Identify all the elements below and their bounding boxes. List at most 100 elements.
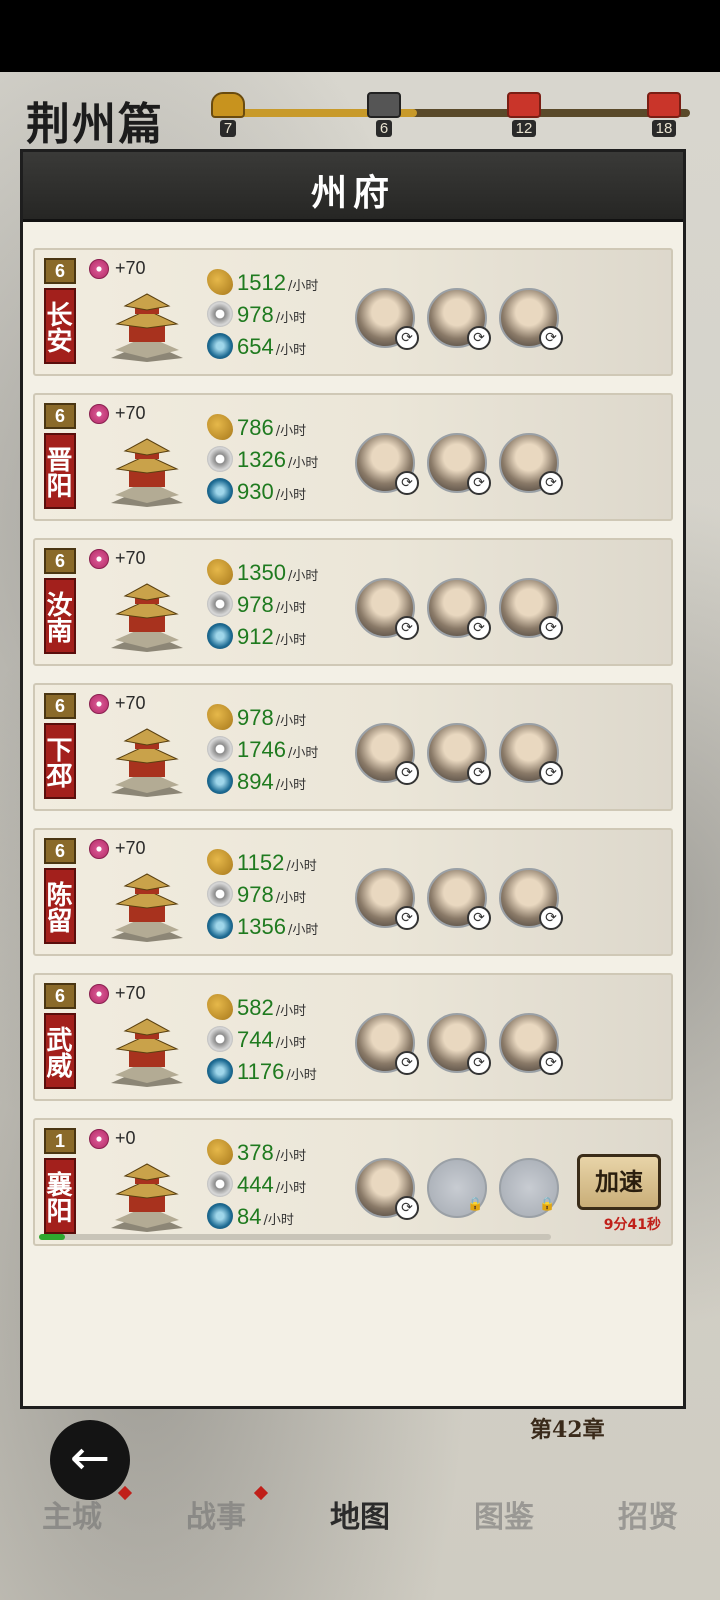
hero-portrait[interactable]: ⟳ [499, 433, 563, 495]
hero-portrait[interactable]: ⟳ [427, 868, 491, 930]
swap-icon[interactable]: ⟳ [395, 1051, 419, 1075]
bonus-value: +70 [115, 693, 146, 713]
swap-icon[interactable]: ⟳ [395, 906, 419, 930]
coin-rate: 978 /小时 [207, 586, 306, 618]
hero-portrait[interactable]: ⟳ [499, 288, 563, 350]
coin-value: 744 [237, 1027, 274, 1052]
rate-unit: /小时 [287, 279, 319, 294]
city-building-icon[interactable] [107, 288, 187, 362]
city-building-icon[interactable] [107, 1158, 187, 1232]
hero-portrait[interactable]: ⟳ [355, 1158, 419, 1220]
swap-icon[interactable]: ⟳ [539, 616, 563, 640]
grain-icon [207, 704, 233, 730]
chapter-milestone[interactable]: 7 [204, 92, 252, 137]
hero-portrait[interactable]: ⟳ [427, 723, 491, 785]
chapter-milestone[interactable]: 12 [500, 92, 548, 137]
chapter-milestone[interactable]: 18 [640, 92, 688, 137]
city-building-icon[interactable] [107, 578, 187, 652]
rate-unit: /小时 [275, 633, 307, 648]
coin-value: 444 [237, 1172, 274, 1197]
city-building-icon[interactable] [107, 723, 187, 797]
prosperity-bonus: +70 [89, 693, 146, 714]
nav-item[interactable]: 招贤 [576, 1490, 720, 1550]
coin-icon [207, 736, 233, 762]
city-name: 武威 [42, 1013, 76, 1089]
speed-up-button[interactable]: 加速 [577, 1154, 661, 1210]
back-button[interactable]: ← [50, 1420, 130, 1500]
hero-portrait[interactable]: ⟳ [499, 1013, 563, 1075]
city-building-icon[interactable] [107, 433, 187, 507]
locked-hero-slot[interactable]: 🔒 [499, 1158, 559, 1218]
swap-icon[interactable]: ⟳ [539, 906, 563, 930]
nav-item[interactable]: 图鉴 [432, 1490, 576, 1550]
city-building-icon[interactable] [107, 1013, 187, 1087]
hero-portrait[interactable]: ⟳ [355, 288, 419, 350]
rate-unit: /小时 [275, 1036, 307, 1051]
city-row[interactable]: 6 长安 +70 1512 /小时 978 /小时 654 /小时 ⟳ ⟳ ⟳ [33, 248, 673, 376]
swap-icon[interactable]: ⟳ [539, 326, 563, 350]
swap-icon[interactable]: ⟳ [395, 1196, 419, 1220]
swap-icon[interactable]: ⟳ [539, 761, 563, 785]
jade-icon [207, 623, 233, 649]
grain-rate: 978 /小时 [207, 699, 306, 731]
city-row[interactable]: 6 下邳 +70 978 /小时 1746 /小时 894 /小时 ⟳ ⟳ ⟳ [33, 683, 673, 811]
panel-title: 州府 [310, 172, 395, 214]
hero-slots: ⟳ ⟳ ⟳ [355, 723, 571, 785]
build-progress-fill [39, 1234, 65, 1240]
city-row[interactable]: 6 陈留 +70 1152 /小时 978 /小时 1356 /小时 ⟳ ⟳ ⟳ [33, 828, 673, 956]
city-row[interactable]: 6 汝南 +70 1350 /小时 978 /小时 912 /小时 ⟳ ⟳ ⟳ [33, 538, 673, 666]
rate-unit: /小时 [275, 778, 307, 793]
city-row[interactable]: 1 襄阳 +0 378 /小时 444 /小时 84 /小时 ⟳ 🔒 🔒 加速 … [33, 1118, 673, 1246]
nav-item[interactable]: 地图 [288, 1490, 432, 1550]
swap-icon[interactable]: ⟳ [467, 616, 491, 640]
city-level: 6 [44, 693, 76, 719]
nav-item[interactable]: 主城 [0, 1490, 144, 1550]
swap-icon[interactable]: ⟳ [467, 326, 491, 350]
hero-portrait[interactable]: ⟳ [499, 723, 563, 785]
bonus-value: +0 [115, 1128, 136, 1148]
prosperity-bonus: +70 [89, 548, 146, 569]
hero-portrait[interactable]: ⟳ [355, 868, 419, 930]
chapter-milestone[interactable]: 6 [360, 92, 408, 137]
hero-portrait[interactable]: ⟳ [427, 433, 491, 495]
swap-icon[interactable]: ⟳ [539, 471, 563, 495]
hero-portrait[interactable]: ⟳ [355, 578, 419, 640]
chapter-tag[interactable]: 第42章 [530, 1412, 605, 1444]
city-building-icon[interactable] [107, 868, 187, 942]
jade-rate: 1176 /小时 [207, 1053, 317, 1085]
coin-rate: 978 /小时 [207, 296, 306, 328]
grain-value: 1512 [237, 270, 286, 295]
bonus-value: +70 [115, 838, 146, 858]
hero-slots: ⟳ ⟳ ⟳ [355, 578, 571, 640]
swap-icon[interactable]: ⟳ [467, 471, 491, 495]
swap-icon[interactable]: ⟳ [395, 761, 419, 785]
coin-value: 978 [237, 302, 274, 327]
city-name: 长安 [42, 288, 76, 364]
hero-portrait[interactable]: ⟳ [355, 1013, 419, 1075]
nav-item[interactable]: 战事 [144, 1490, 288, 1550]
hero-portrait[interactable]: ⟳ [355, 433, 419, 495]
swap-icon[interactable]: ⟳ [539, 1051, 563, 1075]
hero-portrait[interactable]: ⟳ [427, 1013, 491, 1075]
hero-portrait[interactable]: ⟳ [427, 288, 491, 350]
bottom-nav: 主城 战事 地图 图鉴 招贤 [0, 1490, 720, 1550]
hero-portrait[interactable]: ⟳ [499, 868, 563, 930]
grain-value: 786 [237, 415, 274, 440]
grain-value: 582 [237, 995, 274, 1020]
swap-icon[interactable]: ⟳ [395, 616, 419, 640]
locked-hero-slot[interactable]: 🔒 [427, 1158, 487, 1218]
city-row[interactable]: 6 武威 +70 582 /小时 744 /小时 1176 /小时 ⟳ ⟳ ⟳ [33, 973, 673, 1101]
swap-icon[interactable]: ⟳ [467, 1051, 491, 1075]
prefecture-panel: 州府 6 长安 +70 1512 /小时 978 /小时 654 /小时 ⟳ ⟳… [20, 149, 686, 1409]
swap-icon[interactable]: ⟳ [467, 761, 491, 785]
swap-icon[interactable]: ⟳ [395, 471, 419, 495]
swap-icon[interactable]: ⟳ [467, 906, 491, 930]
swap-icon[interactable]: ⟳ [395, 326, 419, 350]
hero-slots: ⟳ ⟳ ⟳ [355, 433, 571, 495]
hero-portrait[interactable]: ⟳ [499, 578, 563, 640]
city-row[interactable]: 6 晋阳 +70 786 /小时 1326 /小时 930 /小时 ⟳ ⟳ ⟳ [33, 393, 673, 521]
hero-portrait[interactable]: ⟳ [355, 723, 419, 785]
grain-rate: 1350 /小时 [207, 554, 318, 586]
city-level: 1 [44, 1128, 76, 1154]
hero-portrait[interactable]: ⟳ [427, 578, 491, 640]
